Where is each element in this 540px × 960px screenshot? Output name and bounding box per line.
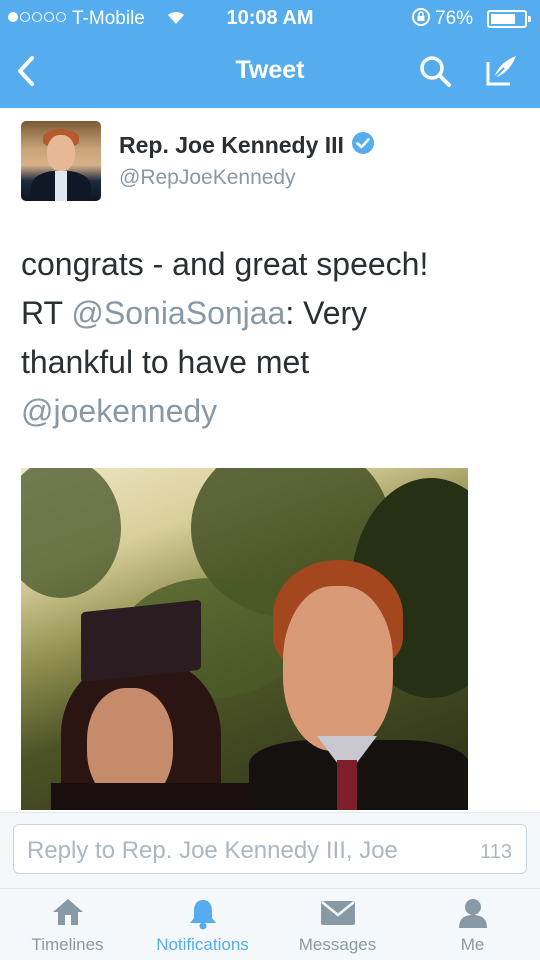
author-handle[interactable]: @RepJoeKennedy	[119, 166, 296, 190]
reply-placeholder: Reply to Rep. Joe Kennedy III, Joe	[27, 837, 398, 864]
tweet-text-rt: RT	[21, 295, 72, 331]
tab-notifications[interactable]: Notifications	[135, 889, 270, 960]
tab-bar: Timelines Notifications Messages Me	[0, 888, 540, 960]
tab-label: Timelines	[31, 935, 104, 954]
mention-link[interactable]: @SoniaSonjaa	[71, 295, 285, 331]
tweet-line: thankful to have met	[21, 344, 310, 380]
battery-icon	[487, 10, 531, 28]
bell-icon	[186, 897, 220, 936]
home-icon	[51, 897, 85, 932]
tweet-line: @joekennedy	[21, 387, 526, 436]
tweet-line: RT @SoniaSonjaa: Very	[21, 289, 526, 338]
tweet-text-segment: : Very	[285, 295, 368, 331]
tab-label: Me	[460, 935, 485, 954]
app-header: T-Mobile 10:08 AM 76% Tweet	[0, 0, 540, 108]
compose-button[interactable]	[482, 52, 520, 95]
battery-percent: 76%	[435, 8, 474, 29]
reply-input[interactable]: Reply to Rep. Joe Kennedy III, Joe 113	[13, 824, 527, 874]
tweet-text: congrats - and great speech! RT @SoniaSo…	[21, 240, 526, 436]
compose-icon	[486, 56, 516, 86]
tab-timelines[interactable]: Timelines	[0, 889, 135, 960]
reply-bar: Reply to Rep. Joe Kennedy III, Joe 113	[0, 812, 540, 888]
tab-label: Notifications	[156, 935, 249, 954]
person-icon	[457, 897, 489, 934]
envelope-icon	[320, 897, 356, 932]
tweet-line: congrats - and great speech!	[21, 246, 429, 282]
character-count: 113	[480, 841, 512, 863]
author-name-row[interactable]: Rep. Joe Kennedy III	[119, 131, 375, 160]
tab-messages[interactable]: Messages	[270, 889, 405, 960]
author-name[interactable]: Rep. Joe Kennedy III	[119, 132, 344, 159]
mention-link[interactable]: @joekennedy	[21, 393, 217, 429]
tab-label: Messages	[298, 935, 377, 954]
page-title: Tweet	[235, 56, 305, 84]
tab-me[interactable]: Me	[405, 889, 540, 960]
verified-badge-icon	[351, 131, 375, 160]
rotation-lock-icon	[411, 7, 431, 33]
search-icon	[420, 56, 451, 87]
status-bar: T-Mobile 10:08 AM 76%	[0, 0, 540, 36]
author-avatar[interactable]	[21, 121, 101, 201]
tweet-photo[interactable]	[21, 468, 468, 810]
search-button[interactable]	[418, 54, 452, 93]
